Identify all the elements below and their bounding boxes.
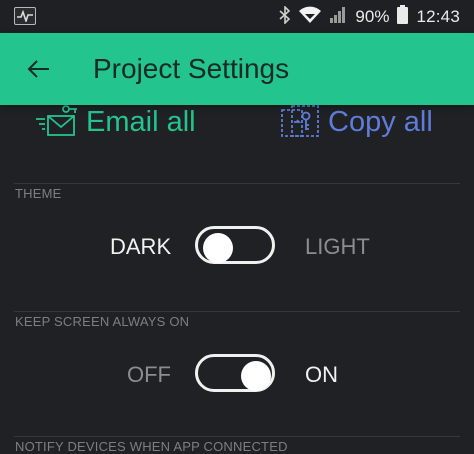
status-icons: 90% 12:43 [279,0,460,33]
theme-switch[interactable] [195,226,275,264]
divider [14,311,460,312]
bluetooth-icon [279,4,291,28]
wifi-icon [299,6,322,28]
copy-all-label: Copy all [328,106,433,138]
keep-screen-switch[interactable] [195,354,275,392]
keep-screen-switch-knob [241,361,271,391]
theme-toggle-row: DARK LIGHT [0,224,474,270]
email-key-icon [36,105,77,136]
theme-section-label: THEME [15,186,62,201]
theme-option-light[interactable]: LIGHT [305,224,370,270]
divider [14,436,460,437]
battery-percent: 90% [355,6,390,26]
arrow-left-icon [27,60,49,78]
status-time: 12:43 [416,6,460,26]
notify-section-label: NOTIFY DEVICES WHEN APP CONNECTED [15,439,288,454]
keep-screen-section-label: KEEP SCREEN ALWAYS ON [15,314,190,329]
status-bar: 90% 12:43 [0,0,474,33]
email-all-button[interactable]: Email all [34,100,196,144]
app-bar: Project Settings [0,33,474,105]
battery-icon [397,5,409,28]
copy-all-button[interactable]: Copy all [280,100,433,144]
share-row: Email all Copy all [0,100,474,144]
back-button[interactable] [20,51,56,87]
keep-screen-toggle-row: OFF ON [0,352,474,398]
theme-option-dark[interactable]: DARK [110,224,171,270]
email-all-label: Email all [86,106,196,138]
divider [14,183,460,184]
keep-screen-option-on[interactable]: ON [305,352,338,398]
activity-icon [14,7,36,25]
clipboard-key-icon [281,105,319,137]
keep-screen-option-off[interactable]: OFF [127,352,171,398]
theme-switch-knob [203,233,233,263]
signal-icon [329,6,347,28]
page-title: Project Settings [93,53,290,84]
